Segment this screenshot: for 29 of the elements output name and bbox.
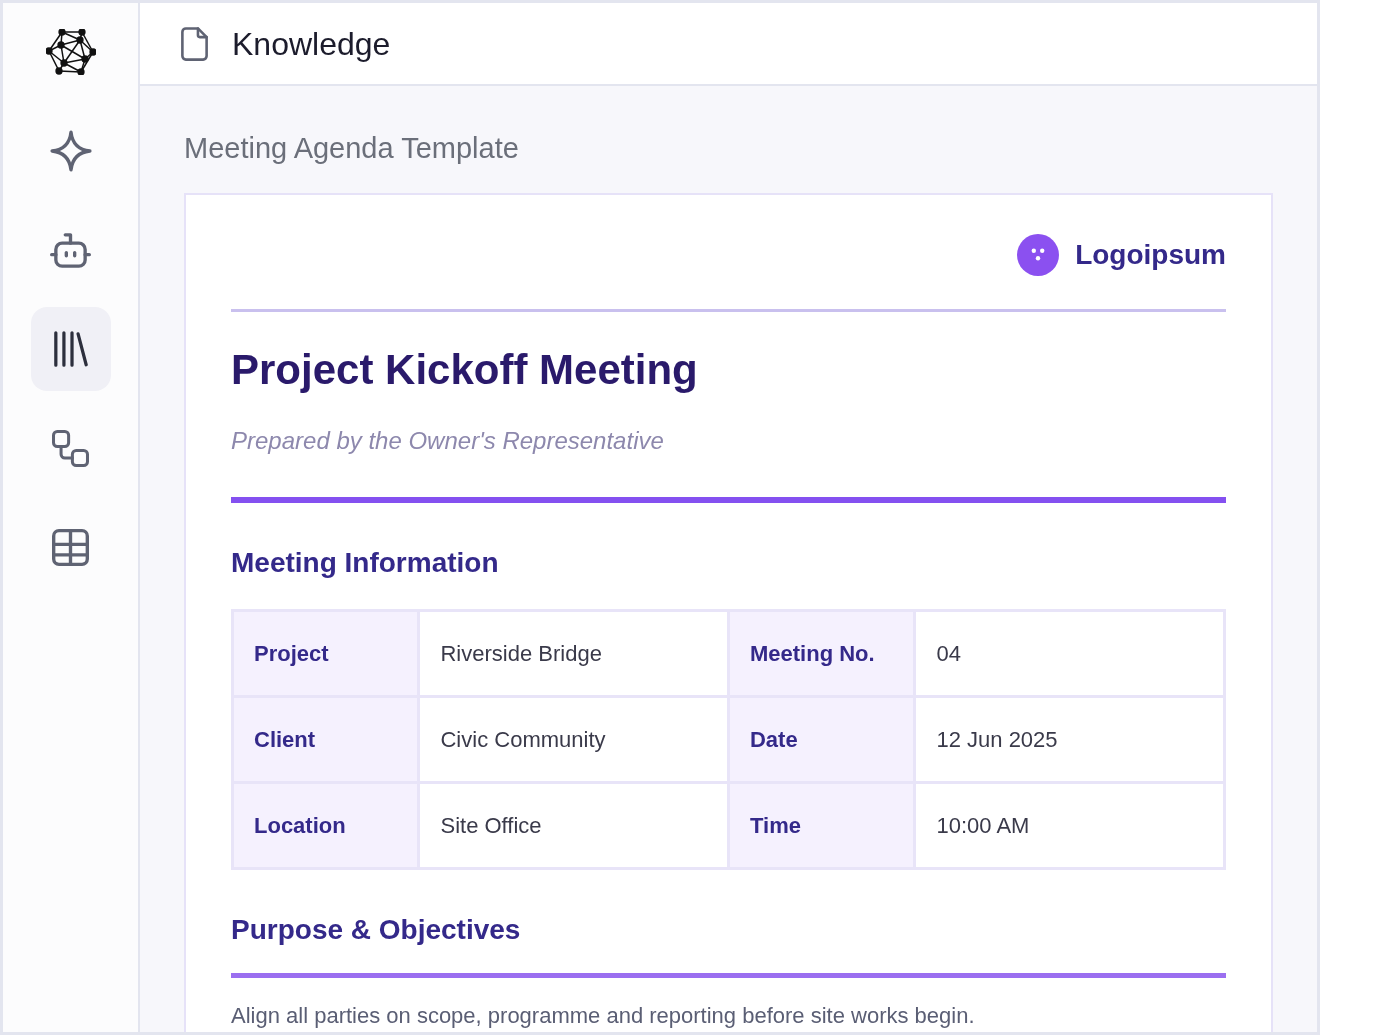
table-header-cell: Time [728, 782, 915, 869]
table-header-cell: Meeting No. [728, 610, 915, 697]
page-header-title: Knowledge [232, 24, 391, 64]
table-header-cell: Project [232, 610, 419, 697]
section-heading: Meeting Information [231, 546, 500, 580]
books-icon [53, 331, 88, 367]
table-cell: Riverside Bridge [419, 610, 729, 697]
document-subtitle: Prepared by the Owner's Representative [231, 426, 665, 456]
table-header-cell: Date [728, 696, 915, 783]
network-logo-icon [45, 29, 96, 75]
table-icon [52, 528, 89, 566]
table-cell: 10:00 AM [914, 782, 1225, 869]
table-cell: 04 [914, 610, 1225, 697]
document-title: Project Kickoff Meeting [231, 345, 699, 395]
table-header-cell: Location [232, 782, 419, 869]
sidebar-nav-button[interactable] [30, 307, 111, 391]
paragraph: Align all parties on scope, programme and reporting before site works begin. [231, 1002, 976, 1030]
table-header-cell: Client [232, 696, 419, 783]
table-cell: Site Office [419, 782, 729, 869]
brand-name: Logoipsum [1075, 238, 1226, 272]
table-cell: Civic Community [419, 696, 729, 783]
document-name: Meeting Agenda Template [184, 131, 519, 166]
section-heading: Purpose & Objectives [231, 913, 522, 947]
workflow-icon [52, 429, 89, 467]
brand-logo-icon [1017, 234, 1060, 276]
table-cell: 12 Jun 2025 [914, 696, 1225, 783]
robot-icon [50, 232, 91, 268]
sparkle-icon [49, 130, 92, 172]
file-icon [181, 26, 208, 61]
